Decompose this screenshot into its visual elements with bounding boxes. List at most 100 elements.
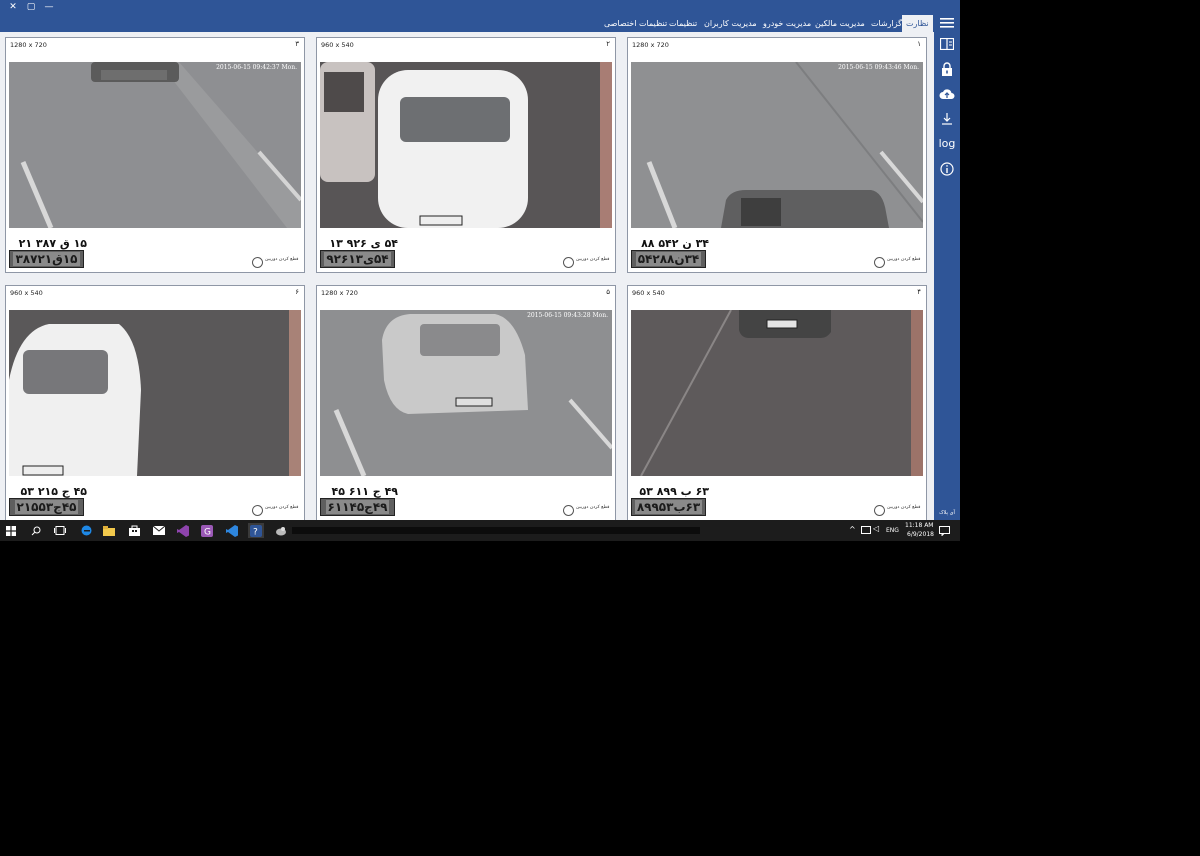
app-icon-bird[interactable]	[273, 523, 289, 538]
resolution-label: 1280 x 720	[321, 289, 358, 297]
camera-panel: 960 x 540 ۴ ۶۳ ب ۸۹۹ ۵۳ ۶۳ب۸۹۹۵۳ قطع کرد…	[627, 285, 927, 520]
file-explorer-icon[interactable]	[101, 523, 117, 538]
camera-number: ۳	[295, 40, 299, 48]
app-window: ✕ ▢ — نظارت گزارشات مدیریت مالکین مدیریت…	[0, 0, 960, 520]
visual-studio-icon[interactable]	[175, 523, 191, 538]
camera-number: ۱	[917, 40, 921, 48]
timestamp-overlay: 2015-06-15 09:42:37 Mon.	[216, 64, 297, 71]
clock-date[interactable]: 6/9/2018	[907, 531, 934, 538]
info-icon[interactable]	[934, 160, 960, 178]
timestamp-overlay: 2015-06-15 09:43:46 Mon.	[838, 64, 919, 71]
panel-header: 960 x 540 ۶	[6, 286, 304, 299]
close-icon[interactable]: ✕	[4, 0, 22, 14]
camera-feed[interactable]: 2015-06-15 09:43:46 Mon.	[631, 62, 923, 228]
sidebar-footer-label: آی پلاک	[939, 510, 955, 516]
camera-feed[interactable]: 2015-06-15 09:43:28 Mon.	[320, 310, 612, 476]
camera-panel: 960 x 540 ۶ ۴۵ ج ۲۱۵ ۵۳ ۴۵ج۲۱۵۵۳ قطع کرد…	[5, 285, 305, 520]
windows-start-icon[interactable]	[3, 523, 19, 538]
resolution-label: 1280 x 720	[10, 41, 47, 49]
plate-image: ۴۵ج۲۱۵۵۳	[9, 498, 84, 516]
tab-custom-settings[interactable]: تنظیمات اختصاصی	[604, 15, 667, 32]
disconnect-camera-button[interactable]	[874, 257, 885, 268]
top-navigation: نظارت گزارشات مدیریت مالکین مدیریت خودرو…	[0, 14, 934, 32]
plate-image-text: ۶۳ب۸۹۹۵۳	[634, 500, 703, 514]
plate-number-text: ۶۳ ب ۸۹۹ ۵۳	[639, 485, 709, 498]
tab-settings[interactable]: تنظیمات	[669, 15, 697, 32]
tab-user-management[interactable]: مدیریت کاربران	[704, 15, 757, 32]
camera-feed[interactable]	[9, 310, 301, 476]
download-icon[interactable]	[934, 109, 960, 127]
disconnect-camera-button[interactable]	[563, 257, 574, 268]
edge-icon[interactable]	[78, 523, 94, 538]
camera-number: ۲	[606, 40, 610, 48]
language-indicator[interactable]: ENG	[886, 527, 899, 534]
log-icon[interactable]: log	[934, 134, 960, 152]
tray-overflow-icon[interactable]: ^	[849, 525, 856, 534]
plate-number-text: ۵۴ ی ۹۲۶ ۱۳	[329, 237, 398, 250]
disconnect-camera-button[interactable]	[874, 505, 885, 516]
panel-layout-icon[interactable]	[934, 35, 960, 53]
camera-feed[interactable]	[320, 62, 612, 228]
disconnect-camera-button[interactable]	[252, 505, 263, 516]
plate-number-text: ۳۴ ن ۵۴۲ ۸۸	[641, 237, 709, 250]
disconnect-camera-label: قطع کردن دوربین	[576, 505, 610, 510]
camera-panel: 1280 x 720 ۱ 2015-06-15 09:43:46 Mon. ۳۴…	[627, 37, 927, 273]
app-icon-active[interactable]: ?	[248, 523, 264, 538]
resolution-label: 960 x 540	[10, 289, 43, 297]
plate-number-text: ۴۹ ج ۶۱۱ ۴۵	[331, 485, 398, 498]
plate-image: ۱۵ق۳۸۷۲۱	[9, 250, 84, 268]
panel-header: 960 x 540 ۲	[317, 38, 615, 51]
svg-text:G: G	[204, 527, 211, 537]
search-icon[interactable]	[28, 523, 44, 538]
taskbar: G ? ^ ◁ ENG 11:18 AM 6/9/2018	[0, 520, 960, 541]
menu-icon[interactable]	[934, 14, 960, 32]
camera-number: ۴	[917, 288, 921, 296]
task-view-icon[interactable]	[52, 523, 68, 538]
mail-icon[interactable]	[151, 523, 167, 538]
plate-image: ۶۳ب۸۹۹۵۳	[631, 498, 706, 516]
vscode-icon[interactable]	[224, 523, 240, 538]
panel-header: 1280 x 720 ۳	[6, 38, 304, 51]
log-label: log	[938, 136, 956, 150]
plate-number-text: ۱۵ ق ۳۸۷ ۲۱	[18, 237, 87, 250]
cloud-upload-icon[interactable]	[934, 85, 960, 103]
volume-icon[interactable]: ◁	[873, 524, 879, 533]
clock-time[interactable]: 11:18 AM	[905, 522, 933, 529]
plate-image: ۵۴ی۹۲۶۱۳	[320, 250, 395, 268]
tab-reports[interactable]: گزارشات	[871, 15, 902, 32]
disconnect-camera-label: قطع کردن دوربین	[887, 257, 921, 262]
tab-vehicle-management[interactable]: مدیریت خودرو	[763, 15, 811, 32]
lock-icon[interactable]	[934, 60, 960, 78]
svg-text:?: ?	[253, 527, 258, 537]
title-bar: ✕ ▢ —	[0, 0, 960, 14]
plate-image-text: ۵۴ی۹۲۶۱۳	[324, 252, 391, 266]
store-icon[interactable]	[126, 523, 142, 538]
disconnect-camera-button[interactable]	[563, 505, 574, 516]
plate-image-text: ۱۵ق۳۸۷۲۱	[13, 252, 80, 266]
plate-image-text: ۴۹ج۶۱۱۴۵	[325, 500, 390, 514]
network-icon[interactable]	[861, 526, 871, 534]
disconnect-camera-button[interactable]	[252, 257, 263, 268]
disconnect-camera-label: قطع کردن دوربین	[887, 505, 921, 510]
tab-owner-management[interactable]: مدیریت مالکین	[815, 15, 865, 32]
disconnect-camera-label: قطع کردن دوربین	[265, 505, 299, 510]
resolution-label: 960 x 540	[632, 289, 665, 297]
plate-number-text: ۴۵ ج ۲۱۵ ۵۳	[20, 485, 87, 498]
disconnect-camera-label: قطع کردن دوربین	[576, 257, 610, 262]
minimize-icon[interactable]: —	[40, 0, 58, 14]
notification-icon[interactable]	[936, 523, 952, 538]
camera-panel: 1280 x 720 ۵ 2015-06-15 09:43:28 Mon. ۴۹…	[316, 285, 616, 520]
camera-feed[interactable]	[631, 310, 923, 476]
plate-image: ۳۴ن۵۴۲۸۸	[631, 250, 706, 268]
plate-image: ۴۹ج۶۱۱۴۵	[320, 498, 395, 516]
camera-number: ۶	[295, 288, 299, 296]
restore-icon[interactable]: ▢	[22, 0, 40, 14]
app-icon-purple[interactable]: G	[199, 523, 215, 538]
camera-feed[interactable]: 2015-06-15 09:42:37 Mon.	[9, 62, 301, 228]
tab-monitoring[interactable]: نظارت	[902, 15, 933, 32]
resolution-label: 960 x 540	[321, 41, 354, 49]
resolution-label: 1280 x 720	[632, 41, 669, 49]
panel-header: 1280 x 720 ۵	[317, 286, 615, 299]
camera-number: ۵	[606, 288, 610, 296]
sidebar: log آی پلاک	[934, 14, 960, 520]
